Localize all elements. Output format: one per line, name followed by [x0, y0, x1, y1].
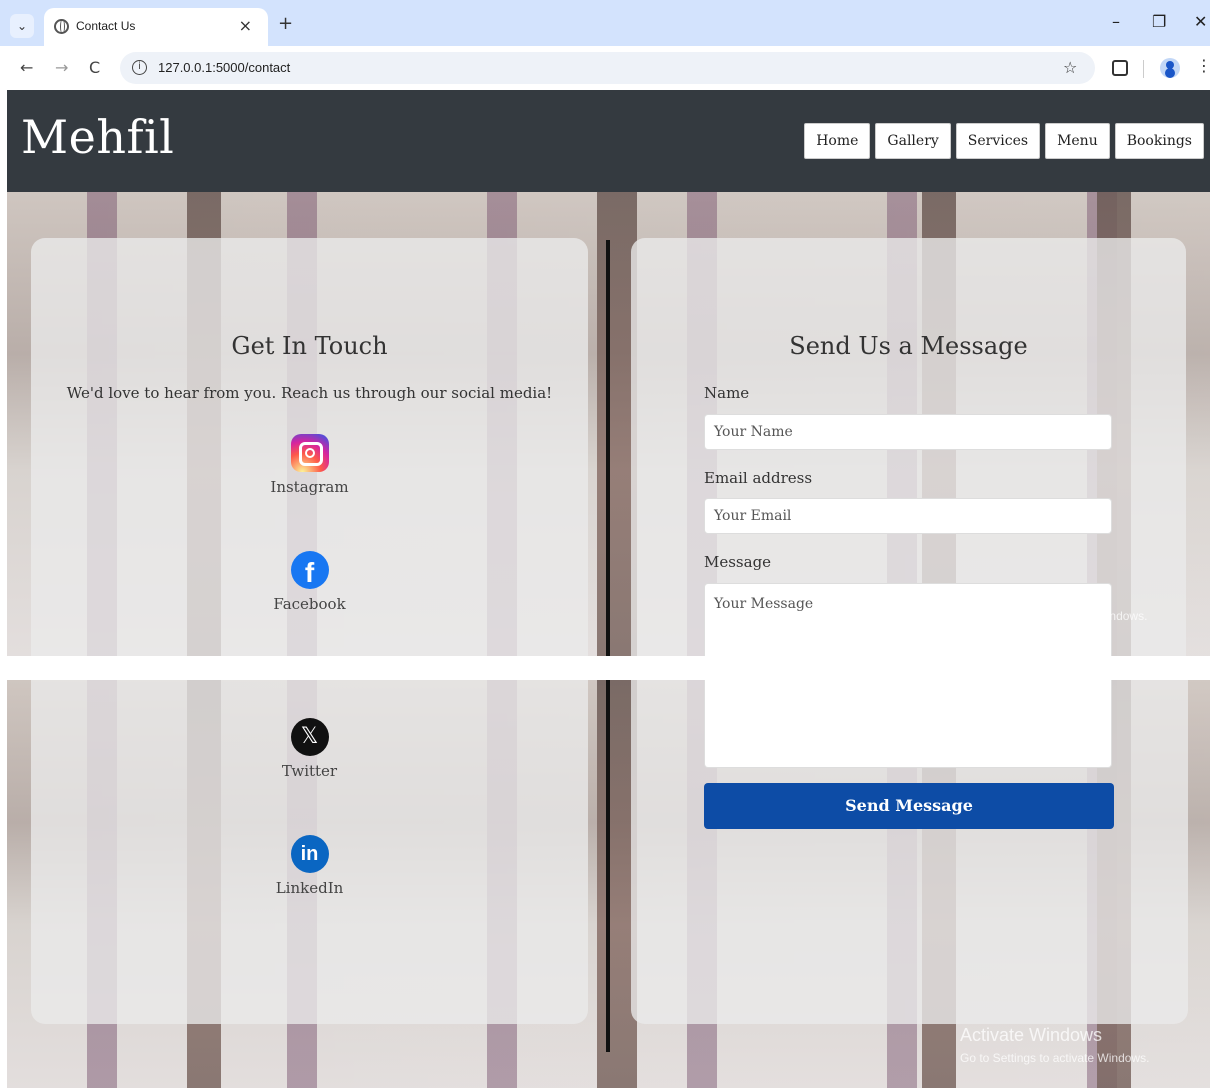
column-divider [606, 680, 610, 1052]
activate-windows-title: Activate Windows [960, 1025, 1103, 1045]
social-label[interactable]: Twitter [31, 762, 588, 780]
tab-title: Contact Us [76, 19, 136, 33]
social-label[interactable]: LinkedIn [31, 879, 588, 897]
tab-search-button[interactable]: ⌄ [10, 14, 34, 38]
social-linkedin[interactable]: in LinkedIn [31, 835, 588, 897]
back-button[interactable]: ← [20, 58, 33, 77]
bookmark-star-icon[interactable]: ☆ [1063, 58, 1077, 77]
minimize-button[interactable]: – [1112, 12, 1120, 31]
social-twitter[interactable]: 𝕏 Twitter [31, 718, 588, 780]
column-divider [606, 240, 610, 656]
background-image: Get In Touch We'd love to hear from you.… [7, 192, 1210, 656]
address-bar[interactable]: i 127.0.0.1:5000/contact [120, 52, 1095, 84]
browser-toolbar: ← → C i 127.0.0.1:5000/contact ☆ ⋮ [0, 46, 1210, 90]
nav-bookings[interactable]: Bookings [1114, 123, 1204, 159]
screenshot-top: ⌄ Contact Us × + – ❐ ✕ ← → C i 127.0.0.1… [0, 0, 1210, 656]
email-label: Email address [704, 469, 813, 487]
nav-services[interactable]: Services [955, 123, 1041, 159]
email-input[interactable]: Your Email [704, 498, 1112, 534]
reload-button[interactable]: C [89, 58, 100, 77]
restore-button[interactable]: ❐ [1152, 12, 1166, 31]
screenshot-bottom: 𝕏 Twitter in LinkedIn Send Message Activ… [0, 680, 1210, 1088]
message-form-heading: Send Us a Message [789, 332, 1028, 360]
get-in-touch-heading: Get In Touch [231, 332, 388, 360]
tab-close-button[interactable]: × [239, 16, 252, 35]
activate-windows-title: Activate Windows [958, 583, 1101, 603]
nav-home[interactable]: Home [804, 123, 871, 159]
new-tab-button[interactable]: + [278, 13, 293, 34]
name-label: Name [704, 384, 750, 402]
social-label[interactable]: Instagram [31, 478, 588, 496]
site-header: Mehfil Home Gallery Services Menu Bookin… [7, 90, 1210, 192]
forward-button[interactable]: → [55, 58, 68, 77]
social-label[interactable]: Facebook [31, 595, 588, 613]
facebook-icon[interactable]: f [290, 551, 329, 589]
toolbar-separator [1143, 60, 1144, 78]
social-facebook[interactable]: f Facebook [31, 551, 588, 613]
nav-menu[interactable]: Menu [1045, 123, 1110, 159]
screenshot-gap [0, 656, 1210, 680]
globe-icon [54, 19, 69, 34]
name-input[interactable]: Your Name [704, 414, 1112, 450]
background-image: 𝕏 Twitter in LinkedIn Send Message Activ… [7, 680, 1210, 1088]
site-info-icon[interactable]: i [132, 60, 147, 75]
browser-menu-icon[interactable]: ⋮ [1196, 56, 1210, 75]
social-instagram[interactable]: Instagram [31, 434, 588, 496]
profile-avatar-icon[interactable] [1160, 58, 1180, 78]
nav-gallery[interactable]: Gallery [875, 123, 951, 159]
activate-windows-subtitle: Go to Settings to activate Windows. [958, 609, 1148, 623]
get-in-touch-card: Get In Touch We'd love to hear from you.… [31, 238, 588, 656]
message-label: Message [704, 553, 772, 571]
url-text: 127.0.0.1:5000/contact [158, 60, 291, 75]
instagram-icon[interactable] [290, 434, 329, 472]
browser-tab[interactable]: Contact Us × [44, 8, 268, 46]
browser-tab-bar: ⌄ Contact Us × + – ❐ ✕ [0, 0, 1210, 46]
get-in-touch-card-continued: 𝕏 Twitter in LinkedIn [31, 680, 588, 1024]
brand-logo[interactable]: Mehfil [21, 110, 174, 164]
close-window-button[interactable]: ✕ [1194, 12, 1207, 31]
linkedin-icon[interactable]: in [290, 835, 329, 873]
main-nav: Home Gallery Services Menu Bookings [804, 123, 1204, 159]
message-form-card: Send Us a Message Name Your Name Email a… [631, 238, 1186, 656]
extensions-icon[interactable] [1112, 60, 1128, 76]
x-twitter-icon[interactable]: 𝕏 [290, 718, 329, 756]
get-in-touch-lead: We'd love to hear from you. Reach us thr… [66, 384, 553, 402]
message-textarea-continued[interactable] [704, 680, 1112, 768]
send-message-button[interactable]: Send Message [704, 783, 1114, 829]
message-form-card-continued: Send Message [631, 680, 1188, 1024]
activate-windows-subtitle: Go to Settings to activate Windows. [960, 1051, 1150, 1065]
